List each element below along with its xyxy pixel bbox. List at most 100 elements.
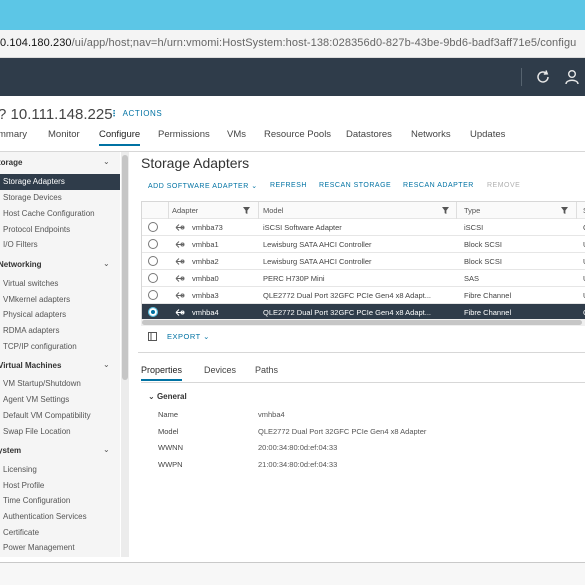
chevron-down-icon[interactable]: ⌄ <box>103 259 110 268</box>
column-header-type[interactable]: Type <box>464 206 480 215</box>
table-row[interactable]: vmhba1 Lewisburg SATA AHCI Controller Bl… <box>142 236 585 253</box>
adapter-icon <box>175 224 185 231</box>
url-path: /ui/app/host;nav=h/urn:vmomi:HostSystem:… <box>71 37 577 49</box>
adapter-cell: vmhba0 <box>192 274 219 283</box>
row-radio[interactable] <box>148 239 158 249</box>
remove-button: REMOVE <box>487 182 521 189</box>
sidebar-item-agent-vm-settings[interactable]: Agent VM Settings <box>3 395 69 404</box>
property-label: WWPN <box>158 460 183 469</box>
sidebar-item-storage-devices[interactable]: Storage Devices <box>3 193 62 202</box>
row-radio[interactable] <box>148 290 158 300</box>
sidebar-section-storage[interactable]: torage <box>0 158 22 167</box>
property-value: 20:00:34:80:0d:ef:04:33 <box>258 443 338 452</box>
sidebar-item-power-management[interactable]: Power Management <box>3 543 75 552</box>
tab-resource-pools[interactable]: Resource Pools <box>264 129 331 140</box>
table-row[interactable]: vmhba0 PERC H730P Mini SAS U <box>142 270 585 287</box>
user-icon[interactable] <box>563 68 581 86</box>
row-radio[interactable] <box>148 256 158 266</box>
sidebar-item-certificate[interactable]: Certificate <box>3 528 39 537</box>
sidebar-item-default-vm-compatibility[interactable]: Default VM Compatibility <box>3 411 91 420</box>
sidebar-item-authentication-services[interactable]: Authentication Services <box>3 512 87 521</box>
table-row[interactable]: vmhba73 iSCSI Software Adapter iSCSI C <box>142 219 585 236</box>
sidebar-scrollbar-thumb[interactable] <box>122 155 128 380</box>
actions-menu[interactable]: ⋮ ACTIONS <box>110 109 162 118</box>
sidebar-item-time-configuration[interactable]: Time Configuration <box>3 496 70 505</box>
sidebar-item-host-cache-configuration[interactable]: Host Cache Configuration <box>3 209 95 218</box>
sidebar-item-physical-adapters[interactable]: Physical adapters <box>3 310 66 319</box>
address-bar[interactable]: 0.104.180.230/ui/app/host;nav=h/urn:vmom… <box>0 30 585 58</box>
actions-label: ACTIONS <box>122 109 163 118</box>
row-radio[interactable] <box>148 273 158 283</box>
header-divider <box>521 68 522 86</box>
filter-icon[interactable] <box>442 207 449 214</box>
actions-kebab-icon: ⋮ <box>110 109 119 118</box>
tab-devices[interactable]: Devices <box>204 365 236 375</box>
chevron-down-icon[interactable]: ⌄ <box>103 157 110 166</box>
rescan-adapter-button[interactable]: RESCAN ADAPTER <box>403 182 474 189</box>
export-button[interactable]: EXPORT ⌄ <box>167 332 210 341</box>
tab-configure[interactable]: Configure <box>99 129 141 146</box>
add-software-adapter-button[interactable]: ADD SOFTWARE ADAPTER ⌄ <box>148 182 258 190</box>
sidebar-item-host-profile[interactable]: Host Profile <box>3 481 44 490</box>
column-header-adapter[interactable]: Adapter <box>172 206 198 215</box>
row-radio-selected[interactable] <box>148 307 158 317</box>
url-text[interactable]: 0.104.180.230/ui/app/host;nav=h/urn:vmom… <box>0 37 576 49</box>
bottom-panel <box>0 563 585 585</box>
sidebar-item-io-filters[interactable]: I/O Filters <box>3 240 38 249</box>
tab-monitor[interactable]: Monitor <box>48 129 80 140</box>
sidebar-item-protocol-endpoints[interactable]: Protocol Endpoints <box>3 225 70 234</box>
sidebar-item-virtual-switches[interactable]: Virtual switches <box>3 279 58 288</box>
host-title: ? 10.111.148.225 <box>0 106 113 123</box>
tab-summary[interactable]: mmary <box>0 129 27 140</box>
column-divider <box>576 202 577 219</box>
property-value: QLE2772 Dual Port 32GFC PCIe Gen4 x8 Ada… <box>258 427 427 436</box>
sidebar-item-licensing[interactable]: Licensing <box>3 465 37 474</box>
type-cell: Block SCSI <box>464 257 502 266</box>
sidebar-item-rdma-adapters[interactable]: RDMA adapters <box>3 326 59 335</box>
general-heading: General <box>156 392 187 401</box>
rescan-storage-button[interactable]: RESCAN STORAGE <box>319 182 391 189</box>
refresh-icon[interactable] <box>534 68 552 86</box>
model-cell: iSCSI Software Adapter <box>263 223 342 232</box>
chevron-down-icon: ⌄ <box>148 392 157 401</box>
adapter-cell: vmhba1 <box>192 240 219 249</box>
row-radio[interactable] <box>148 222 158 232</box>
general-section-toggle[interactable]: ⌄ General <box>148 392 187 401</box>
refresh-button[interactable]: REFRESH <box>270 182 307 189</box>
sidebar-item-storage-adapters[interactable]: Storage Adapters <box>0 174 120 190</box>
column-header-model[interactable]: Model <box>263 206 283 215</box>
model-cell: QLE2772 Dual Port 32GFC PCIe Gen4 x8 Ada… <box>263 308 432 317</box>
sidebar-item-tcpip-configuration[interactable]: TCP/IP configuration <box>3 342 77 351</box>
page-title: Storage Adapters <box>141 155 250 171</box>
chevron-down-icon[interactable]: ⌄ <box>103 360 110 369</box>
tab-updates[interactable]: Updates <box>470 129 505 140</box>
sidebar-section-system[interactable]: ystem <box>0 446 21 455</box>
filter-icon[interactable] <box>561 207 568 214</box>
grid-scrollbar-thumb[interactable] <box>142 320 582 325</box>
adapter-icon <box>175 241 185 248</box>
adapter-cell: vmhba3 <box>192 291 219 300</box>
sidebar-section-networking[interactable]: Networking <box>0 260 42 269</box>
tab-properties[interactable]: Properties <box>141 365 183 381</box>
adapter-icon <box>175 309 185 316</box>
filter-icon[interactable] <box>243 207 250 214</box>
configure-sidebar: torage ⌄ Storage Adapters Storage Device… <box>0 152 120 557</box>
table-row[interactable]: vmhba2 Lewisburg SATA AHCI Controller Bl… <box>142 253 585 270</box>
table-row[interactable]: vmhba3 QLE2772 Dual Port 32GFC PCIe Gen4… <box>142 287 585 304</box>
detail-tabs-divider <box>141 382 585 383</box>
chevron-down-icon[interactable]: ⌄ <box>103 445 110 454</box>
sidebar-item-vm-startup-shutdown[interactable]: VM Startup/Shutdown <box>3 379 81 388</box>
model-cell: Lewisburg SATA AHCI Controller <box>263 257 372 266</box>
tab-vms[interactable]: VMs <box>227 129 246 140</box>
columns-icon[interactable] <box>148 332 157 341</box>
adapter-cell: vmhba73 <box>192 223 223 232</box>
tab-networks[interactable]: Networks <box>411 129 451 140</box>
sidebar-item-swap-file-location[interactable]: Swap File Location <box>3 427 71 436</box>
tab-permissions[interactable]: Permissions <box>158 129 210 140</box>
sidebar-section-virtual-machines[interactable]: Virtual Machines <box>0 361 61 370</box>
tab-datastores[interactable]: Datastores <box>346 129 392 140</box>
tab-paths[interactable]: Paths <box>255 365 278 375</box>
property-label: WWNN <box>158 443 183 452</box>
adapter-icon <box>175 258 185 265</box>
sidebar-item-vmkernel-adapters[interactable]: VMkernel adapters <box>3 295 70 304</box>
